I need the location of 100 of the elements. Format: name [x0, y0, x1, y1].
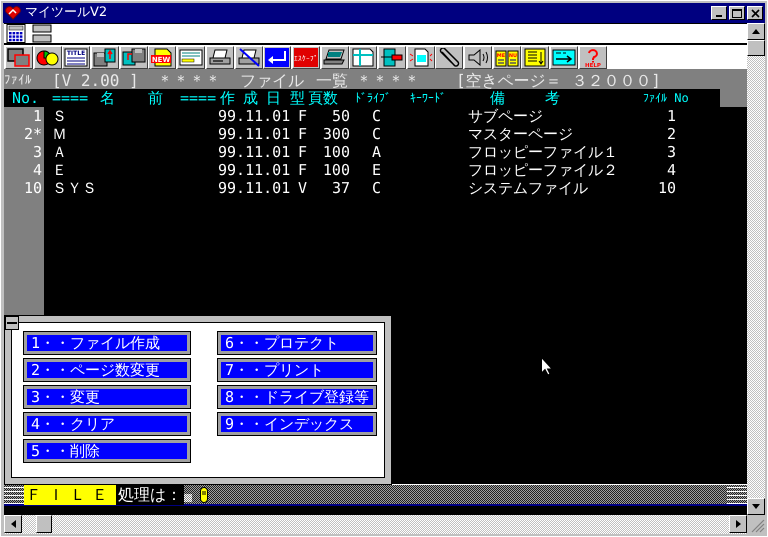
toolbar-button[interactable] — [464, 46, 492, 68]
minimize-icon — [716, 15, 722, 17]
scroll-thumb[interactable] — [747, 40, 765, 56]
laptop-icon — [322, 48, 347, 66]
table-cell-text: 100 — [322, 143, 350, 161]
window-title: マイツールV2 — [25, 4, 108, 22]
table-cell: 99.11.01 — [218, 143, 290, 161]
column-header: ｷｰﾜｰﾄﾞ — [410, 90, 447, 107]
header-text: 一覧 — [316, 70, 349, 91]
left-arrow-icon — [10, 520, 16, 528]
table-cell-text: 2 — [666, 125, 676, 143]
scroll-thumb[interactable] — [36, 515, 52, 533]
row-number: 1 — [32, 107, 43, 125]
column-header: ==== — [52, 89, 90, 107]
column-header: 成 — [243, 89, 259, 107]
table-cell-text: 10 — [656, 179, 676, 197]
table-cell-text: C — [372, 107, 382, 125]
command-button[interactable]: 5・・削除 — [24, 440, 190, 462]
enter-key-icon — [265, 48, 290, 66]
table-cell-text: F — [297, 125, 308, 143]
toolbar-button[interactable] — [120, 46, 148, 68]
table-cell-text: 1 — [666, 107, 676, 125]
command-button[interactable]: 8・・ドライブ登録等 — [218, 386, 376, 408]
system-menu-button[interactable] — [5, 316, 19, 330]
down-arrow-icon — [752, 504, 760, 509]
toolbar-button[interactable] — [521, 46, 550, 68]
right-arrow-icon — [736, 520, 740, 528]
table-cell-text: 3 — [666, 143, 676, 161]
table-cell-text: A — [372, 143, 382, 161]
printer-icon — [208, 48, 232, 66]
toolbar-button[interactable] — [349, 46, 378, 68]
toolbar-button[interactable] — [406, 46, 435, 68]
column-header: ==== — [180, 89, 218, 107]
scroll-right-button[interactable] — [729, 515, 747, 533]
column-header: ﾄﾞﾗｲﾌﾞ — [355, 90, 392, 107]
toolbar-button[interactable] — [550, 46, 578, 68]
scroll-down-button[interactable] — [747, 498, 765, 515]
maximize-button[interactable] — [729, 6, 745, 20]
table-cell-text: 50 — [330, 107, 350, 125]
scroll-up-button[interactable] — [747, 23, 765, 40]
row-number: 3 — [32, 143, 43, 161]
column-header: 考 — [545, 89, 561, 107]
dash-icon — [7, 322, 17, 324]
toolbar-button[interactable] — [435, 46, 464, 68]
pie-chart-icon — [36, 48, 60, 66]
input-field[interactable] — [184, 494, 192, 502]
toolbar-button[interactable] — [177, 46, 206, 68]
heart-app-icon — [5, 6, 21, 20]
column-header: 前 — [148, 89, 164, 107]
stacked-panels-icon[interactable] — [32, 24, 52, 43]
toolbar-button[interactable] — [320, 46, 349, 68]
toolbar-button[interactable] — [378, 46, 406, 68]
column-header: 型 — [290, 89, 306, 107]
command-button[interactable]: 1・・ファイル作成 — [24, 332, 190, 354]
toolbar-button[interactable] — [34, 46, 62, 68]
column-header: 作 — [220, 89, 236, 107]
scroll-left-button[interactable] — [4, 515, 22, 533]
toolbar-button[interactable] — [234, 46, 262, 68]
table-cell: 99.11.01 — [218, 179, 290, 197]
table-cell-text: 300 — [322, 125, 350, 143]
header-text: ファイル — [240, 70, 305, 90]
table-cell-text: ＳＹＳ — [52, 179, 98, 197]
command-button[interactable]: 4・・クリア — [24, 413, 190, 435]
minimize-button[interactable] — [711, 6, 727, 20]
floppy-disk-icon — [93, 48, 118, 66]
crossed-printer-icon — [236, 48, 260, 66]
sparkling-page-icon — [408, 48, 433, 66]
table-cell-text: Ｅ — [52, 161, 68, 179]
header-text: [空きページ＝ ３２０００] — [456, 70, 662, 90]
command-button[interactable]: 7・・プリント — [218, 359, 376, 381]
header-text: ＊＊＊＊ — [356, 70, 421, 92]
row-number: 2* — [22, 125, 43, 143]
paper-clip-icon — [437, 48, 462, 66]
command-button[interactable]: 6・・プロテクト — [218, 332, 376, 354]
table-cell-text: サブページ — [468, 107, 544, 125]
column-header: 日 — [266, 89, 282, 107]
toolbar-button[interactable] — [91, 46, 120, 68]
table-cell: 99.11.01 — [218, 161, 290, 179]
toolbar-button[interactable] — [5, 46, 33, 68]
command-button[interactable]: 9・・インデックス — [218, 413, 376, 435]
column-header: 備 — [490, 89, 506, 107]
transfer-icon — [380, 48, 404, 66]
close-icon — [750, 8, 760, 18]
row-number: 10 — [22, 179, 43, 197]
table-cell-text: C — [372, 179, 382, 197]
up-arrow-icon — [752, 29, 760, 34]
table-cell-text: 37 — [330, 179, 350, 197]
table-cell-text: システムファイル — [468, 179, 589, 197]
column-header: No. — [11, 89, 40, 107]
mode-label: ＦＩＬＥ — [24, 484, 116, 504]
grid-page-icon — [351, 48, 376, 66]
command-button[interactable]: 3・・変更 — [24, 386, 190, 408]
calculator-icon[interactable] — [6, 24, 26, 43]
header-text: [V 2.00 ] — [52, 70, 140, 91]
command-button[interactable]: 2・・ページ数変更 — [24, 359, 190, 381]
table-cell: 99.11.01 — [218, 125, 290, 143]
toolbar-button[interactable] — [263, 46, 292, 68]
table-cell-text: フロッピーファイル２ — [468, 161, 619, 179]
toolbar-button[interactable] — [206, 46, 234, 68]
close-button[interactable] — [747, 6, 763, 20]
